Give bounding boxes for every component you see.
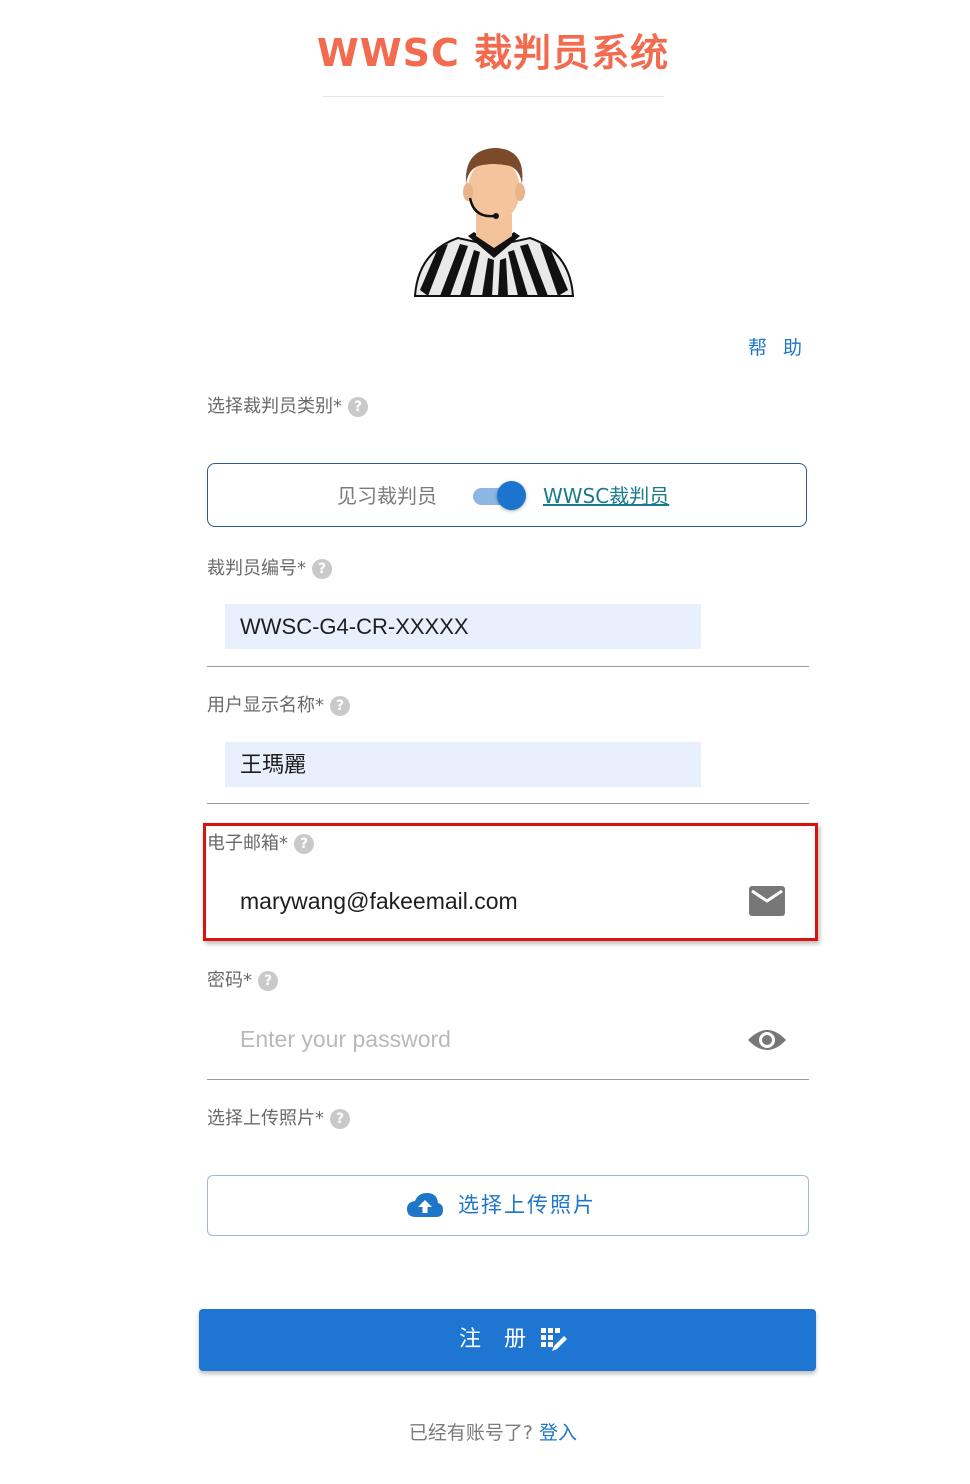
photo-label: 选择上传照片* ? — [207, 1106, 350, 1132]
help-icon[interactable]: ? — [258, 971, 278, 991]
switch-knob[interactable] — [497, 481, 526, 510]
registration-page: WWSC 裁判员系统 帮 助 选择裁判员类别* ? 见习裁判员 WWSC裁判员 … — [0, 0, 970, 1484]
referee-type-switch[interactable] — [473, 481, 529, 511]
email-highlight-box — [203, 823, 818, 941]
option-wwsc-referee[interactable]: WWSC裁判员 — [543, 483, 669, 509]
password-label-text: 密码* — [207, 970, 252, 991]
help-icon[interactable]: ? — [330, 1109, 350, 1129]
referee-type-label-text: 选择裁判员类别* — [207, 396, 342, 417]
display-name-underline — [207, 803, 809, 804]
display-name-label: 用户显示名称* ? — [207, 693, 350, 719]
referee-type-label: 选择裁判员类别* ? — [207, 394, 368, 420]
help-icon[interactable]: ? — [312, 559, 332, 579]
register-button-content: 注 册 — [459, 1325, 568, 1355]
upload-button-label: 选择上传照片 — [458, 1193, 596, 1217]
login-prompt-text: 已经有账号了? — [408, 1422, 540, 1444]
display-name-label-text: 用户显示名称* — [207, 695, 324, 716]
register-button[interactable]: 注 册 — [199, 1309, 816, 1371]
help-icon[interactable]: ? — [348, 397, 368, 417]
password-label: 密码* ? — [207, 968, 278, 994]
cloud-upload-icon — [407, 1193, 443, 1217]
login-link[interactable]: 登入 — [539, 1422, 577, 1444]
upload-photo-button[interactable]: 选择上传照片 — [207, 1175, 809, 1236]
register-button-label: 注 册 — [459, 1327, 534, 1352]
referee-number-input[interactable]: WWSC-G4-CR-XXXXX — [225, 604, 701, 649]
password-underline — [207, 1079, 809, 1080]
page-title: WWSC 裁判员系统 — [316, 31, 670, 75]
option-trainee-referee[interactable]: 见习裁判员 — [337, 483, 437, 509]
title-divider — [323, 96, 664, 97]
eye-icon[interactable] — [747, 1026, 787, 1054]
register-icon — [541, 1328, 567, 1351]
referee-number-underline — [207, 666, 809, 667]
upload-button-content: 选择上传照片 — [406, 1190, 596, 1220]
display-name-input[interactable]: 王瑪麗 — [225, 742, 701, 787]
referee-avatar-icon — [413, 148, 575, 297]
password-field[interactable]: Enter your password — [225, 1019, 725, 1059]
referee-type-toggle-group: 见习裁判员 WWSC裁判员 — [207, 463, 807, 527]
photo-label-text: 选择上传照片* — [207, 1108, 324, 1129]
help-link[interactable]: 帮 助 — [748, 335, 807, 361]
help-icon[interactable]: ? — [330, 696, 350, 716]
referee-number-label-text: 裁判员编号* — [207, 558, 306, 579]
referee-number-label: 裁判员编号* ? — [207, 556, 332, 582]
login-footer: 已经有账号了? 登入 — [0, 1420, 970, 1446]
